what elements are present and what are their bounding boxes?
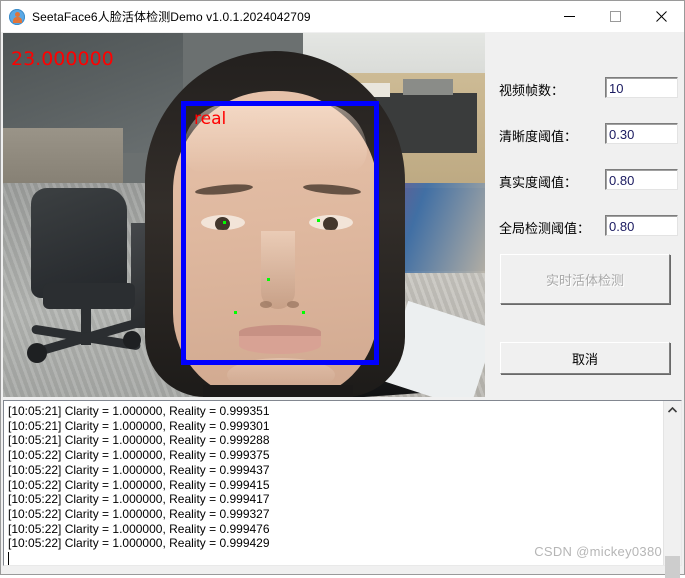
- field-row-global-threshold: 全局检测阈值：: [499, 215, 678, 239]
- start-liveness-detection-button[interactable]: 实时活体检测: [500, 254, 670, 304]
- log-scrollbar[interactable]: [663, 401, 681, 578]
- input-global-threshold[interactable]: [605, 215, 678, 236]
- maximize-button[interactable]: [592, 1, 638, 32]
- face-detection-box: real: [181, 101, 379, 365]
- window-title: SeetaFace6人脸活体检测Demo v1.0.1.2024042709: [32, 10, 311, 24]
- cancel-button[interactable]: 取消: [500, 342, 670, 374]
- input-reality-threshold[interactable]: [605, 169, 678, 190]
- settings-panel: 视频帧数： 清晰度阈值： 真实度阈值： 全局检测阈值： 实时活体检测 取消: [487, 32, 684, 398]
- content-area: 23.000000 real 视频帧数： 清晰度阈值： 真实度阈值：: [1, 32, 684, 578]
- application-window: SeetaFace6人脸活体检测Demo v1.0.1.2024042709 2…: [0, 0, 685, 578]
- log-line: [10:05:22] Clarity = 1.000000, Reality =…: [8, 477, 270, 492]
- scene-chair-wheel: [123, 331, 141, 349]
- video-preview[interactable]: 23.000000 real: [3, 33, 485, 397]
- person-badge-icon: [9, 8, 25, 25]
- log-line: [10:05:22] Clarity = 1.000000, Reality =…: [8, 506, 270, 521]
- title-bar: SeetaFace6人脸活体检测Demo v1.0.1.2024042709: [1, 1, 684, 32]
- log-line: [10:05:21] Clarity = 1.000000, Reality =…: [8, 418, 270, 433]
- log-line: [10:05:21] Clarity = 1.000000, Reality =…: [8, 433, 270, 448]
- log-line: [10:05:21] Clarity = 1.000000, Reality =…: [8, 404, 270, 418]
- log-line: [10:05:22] Clarity = 1.000000, Reality =…: [8, 492, 270, 507]
- input-clarity-threshold[interactable]: [605, 123, 678, 144]
- window-controls: [546, 1, 684, 32]
- input-video-frames[interactable]: [605, 77, 678, 98]
- watermark-text: CSDN @mickey0380: [534, 544, 662, 559]
- liveness-result-label: real: [194, 109, 227, 129]
- log-text-area[interactable]: [10:05:21] Clarity = 1.000000, Reality =…: [4, 401, 663, 565]
- log-output-panel[interactable]: [10:05:21] Clarity = 1.000000, Reality =…: [3, 400, 682, 578]
- field-row-reality-threshold: 真实度阈值：: [499, 169, 678, 193]
- label-clarity-threshold: 清晰度阈值：: [499, 128, 578, 144]
- subject-neck: [203, 385, 353, 397]
- log-line: [10:05:22] Clarity = 1.000000, Reality =…: [8, 448, 270, 463]
- scene-desk: [3, 128, 123, 188]
- face-landmark-mouth-left: [234, 311, 237, 314]
- scene-chair-wheel: [27, 343, 47, 363]
- face-landmark-nose: [267, 278, 270, 281]
- log-line: [10:05:22] Clarity = 1.000000, Reality =…: [8, 462, 270, 477]
- face-landmark-eye-left: [223, 221, 226, 224]
- fps-overlay-text: 23.000000: [11, 48, 114, 70]
- scene-office-chair: [31, 188, 127, 298]
- log-line: [10:05:22] Clarity = 1.000000, Reality =…: [8, 521, 270, 536]
- scene-shelf-box: [403, 79, 453, 95]
- text-caret: [8, 552, 9, 565]
- close-button[interactable]: [638, 1, 684, 32]
- label-reality-threshold: 真实度阈值：: [499, 174, 578, 190]
- minimize-button[interactable]: [546, 1, 592, 32]
- face-landmark-mouth-right: [302, 311, 305, 314]
- scroll-up-icon[interactable]: [664, 401, 681, 419]
- label-video-frames: 视频帧数：: [499, 82, 565, 98]
- field-row-video-frames: 视频帧数：: [499, 77, 678, 101]
- face-landmark-eye-right: [317, 219, 320, 222]
- label-global-threshold: 全局检测阈值：: [499, 220, 591, 236]
- field-row-clarity-threshold: 清晰度阈值：: [499, 123, 678, 147]
